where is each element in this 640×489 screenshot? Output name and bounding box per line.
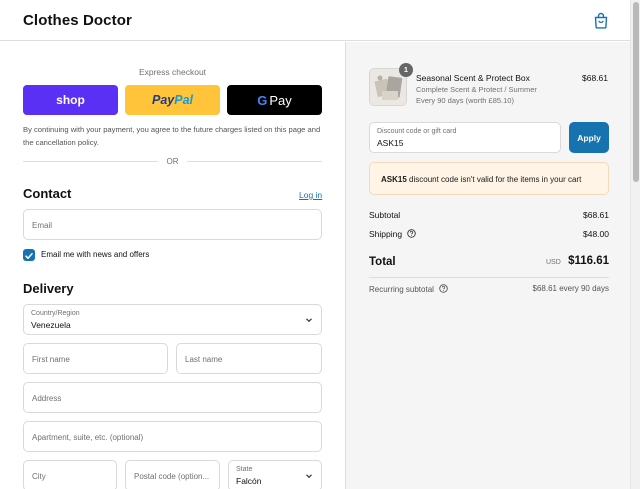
shipping-label: Shipping: [369, 229, 403, 239]
paypal-label-pal: Pal: [174, 93, 193, 107]
apartment-field[interactable]: Apartment, suite, etc. (optional): [23, 421, 322, 452]
paypal-button[interactable]: Pay Pal: [125, 85, 220, 115]
google-g-icon: G: [257, 92, 268, 108]
discount-error-message: discount code isn't valid for the items …: [409, 175, 582, 184]
or-divider-right: [187, 161, 322, 162]
subtotal-label: Subtotal: [369, 210, 401, 220]
postal-code-placeholder: Postal code (option...: [134, 472, 210, 481]
city-field[interactable]: City: [23, 460, 117, 489]
apply-discount-button[interactable]: Apply: [569, 122, 609, 153]
apply-label: Apply: [577, 132, 601, 143]
store-brand[interactable]: Clothes Doctor: [23, 12, 132, 29]
discount-error-alert: ASK15 discount code isn't valid for the …: [369, 162, 609, 195]
state-label: State: [236, 466, 253, 473]
country-select[interactable]: Country/Region Venezuela: [23, 304, 322, 335]
city-placeholder: City: [32, 472, 46, 481]
shipping-value: $48.00: [583, 229, 609, 239]
postal-code-field[interactable]: Postal code (option...: [125, 460, 220, 489]
subtotal-value: $68.61: [583, 210, 609, 220]
state-value: Falcón: [236, 476, 262, 486]
quantity-badge: 1: [399, 63, 413, 77]
login-link[interactable]: Log in: [299, 190, 322, 200]
recurring-label: Recurring subtotal: [369, 285, 434, 294]
shop-pay-button[interactable]: shop: [23, 85, 118, 115]
delivery-title: Delivery: [23, 281, 74, 296]
recurring-row: Recurring subtotal: [369, 284, 448, 294]
address-placeholder: Address: [32, 394, 62, 403]
product-name: Seasonal Scent & Protect Box: [416, 73, 530, 83]
country-label: Country/Region: [31, 310, 80, 317]
discount-error-code: ASK15: [381, 175, 407, 184]
apartment-placeholder: Apartment, suite, etc. (optional): [32, 433, 144, 442]
paypal-label-pay: Pay: [151, 93, 175, 107]
last-name-placeholder: Last name: [185, 355, 223, 364]
or-divider-text: OR: [166, 157, 179, 166]
news-checkbox-label[interactable]: Email me with news and offers: [41, 250, 149, 259]
recurring-value: $68.61 every 90 days: [532, 284, 610, 293]
shopping-bag-icon[interactable]: [593, 12, 609, 29]
product-price: $68.61: [582, 73, 608, 83]
last-name-field[interactable]: Last name: [176, 343, 322, 374]
checkout-form: Express checkout shop Pay Pal G Pay By co…: [0, 42, 345, 489]
info-icon[interactable]: [407, 229, 417, 238]
discount-value: ASK15: [377, 138, 404, 148]
total-value: $116.61: [568, 255, 609, 267]
first-name-field[interactable]: First name: [23, 343, 168, 374]
chevron-down-icon: [306, 318, 312, 323]
email-field[interactable]: Email: [23, 209, 322, 240]
first-name-placeholder: First name: [32, 355, 70, 364]
discount-label: Discount code or gift card: [377, 128, 457, 135]
discount-code-field[interactable]: Discount code or gift card ASK15: [369, 122, 561, 153]
total-label: Total: [369, 256, 396, 268]
total-divider: [369, 277, 609, 278]
email-placeholder: Email: [32, 221, 53, 230]
state-select[interactable]: State Falcón: [228, 460, 322, 489]
country-value: Venezuela: [31, 320, 71, 330]
shipping-row: Shipping: [369, 229, 417, 239]
or-divider-left: [23, 161, 158, 162]
info-icon[interactable]: [439, 284, 448, 293]
scrollbar-thumb[interactable]: [633, 2, 639, 182]
product-variant: Complete Scent & Protect / Summer: [416, 85, 537, 94]
news-checkbox[interactable]: [23, 249, 35, 261]
product-plan: Every 90 days (worth £85.10): [416, 96, 514, 105]
page-scrollbar[interactable]: [630, 0, 640, 489]
contact-title: Contact: [23, 186, 72, 201]
chevron-down-icon: [306, 474, 312, 479]
header: Clothes Doctor: [0, 0, 640, 41]
checkmark-icon: [25, 253, 33, 259]
order-summary: 1 Seasonal Scent & Protect Box Complete …: [345, 42, 630, 489]
discount-error-text: ASK15 discount code isn't valid for the …: [381, 175, 581, 184]
address-field[interactable]: Address: [23, 382, 322, 413]
google-pay-button[interactable]: G Pay: [227, 85, 322, 115]
express-checkout-title: Express checkout: [138, 67, 207, 77]
shop-pay-label: shop: [56, 93, 85, 107]
google-pay-label: Pay: [269, 92, 292, 108]
payment-consent-text: By continuing with your payment, you agr…: [23, 125, 321, 147]
